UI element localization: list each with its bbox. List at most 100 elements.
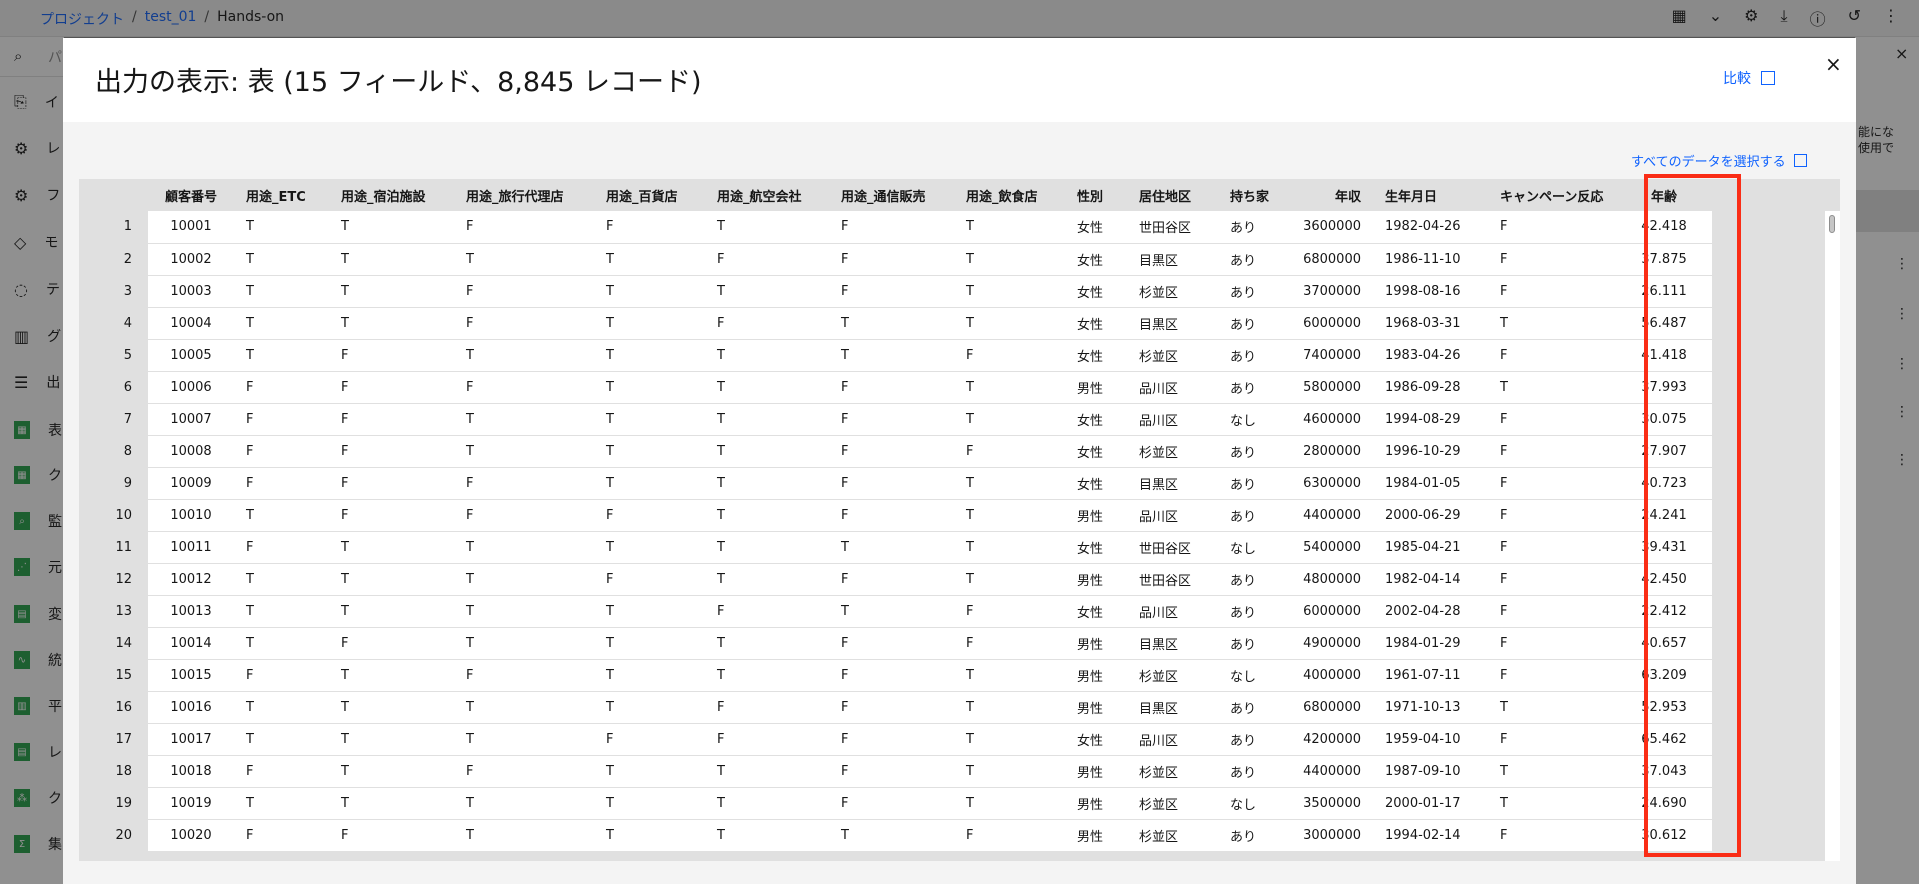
column-header[interactable]: 用途_百貨店 <box>594 179 705 211</box>
close-button[interactable]: × <box>1825 52 1842 76</box>
table-row[interactable]: 3 10003 T T F T T F T 女性 杉並区 あり 3700000 1998-08-16 F 26… <box>79 275 1712 308</box>
table-row[interactable]: 4 10004 T T F T F T T 女性 目黒区 あり 6000000 1968-03-31 T 56… <box>79 307 1712 340</box>
table-cell: T <box>234 723 329 756</box>
table-cell: 10006 <box>148 371 234 404</box>
column-header[interactable]: 持ち家 <box>1218 179 1292 211</box>
table-cell: T <box>594 819 705 852</box>
vertical-scrollbar[interactable] <box>1824 211 1840 861</box>
column-header[interactable]: 用途_飲食店 <box>954 179 1065 211</box>
table-cell: F <box>454 307 594 340</box>
select-all-data-link[interactable]: すべてのデータを選択する <box>1631 151 1807 170</box>
table-row[interactable]: 9 10009 F F F T T F T 女性 目黒区 あり 6300000 1984-01-05 F 40… <box>79 467 1712 500</box>
table-cell: T <box>594 691 705 724</box>
table-cell: あり <box>1218 275 1292 308</box>
table-cell: 男性 <box>1065 371 1127 404</box>
table-cell: 杉並区 <box>1127 755 1218 788</box>
table-row[interactable]: 17 10017 T T T F F F T 女性 品川区 あり 4200000 1959-04-10 F 6… <box>79 723 1712 756</box>
table-cell: T <box>705 371 829 404</box>
table-row[interactable]: 7 10007 F F T T T F T 女性 品川区 なし 4600000 1994-08-29 F 30… <box>79 403 1712 436</box>
table-cell: あり <box>1218 499 1292 532</box>
table-cell: F <box>329 499 454 532</box>
compare-button[interactable]: 比較 <box>1723 68 1775 88</box>
column-header[interactable]: 年収 <box>1292 179 1373 211</box>
table-cell: 10019 <box>148 787 234 820</box>
table-cell: 品川区 <box>1127 595 1218 628</box>
column-header[interactable]: 用途_航空会社 <box>705 179 829 211</box>
column-header-age[interactable]: 年齢 <box>1616 179 1712 211</box>
table-cell: なし <box>1218 787 1292 820</box>
table-cell: なし <box>1218 531 1292 564</box>
table-cell: 42.418 <box>1616 211 1712 244</box>
scrollbar-thumb[interactable] <box>1829 215 1835 233</box>
table-row[interactable]: 2 10002 T T T T F F T 女性 目黒区 あり 6800000 1986-11-10 F 37… <box>79 243 1712 276</box>
table-row[interactable]: 18 10018 F T F T T F T 男性 杉並区 あり 4400000 1987-09-10 T 3… <box>79 755 1712 788</box>
table-row[interactable]: 14 10014 T F T T T F F 男性 目黒区 あり 4900000 1984-01-29 F 4… <box>79 627 1712 660</box>
table-row[interactable]: 11 10011 F T T T T T T 女性 世田谷区 なし 5400000 1985-04-21 F… <box>79 531 1712 564</box>
table-cell: T <box>1488 787 1616 820</box>
table-cell: T <box>705 339 829 372</box>
table-header-row: 顧客番号 用途_ETC 用途_宿泊施設 用途_旅行代理店 用途_百貨店 用途_航… <box>79 179 1712 211</box>
column-header[interactable]: 用途_通信販売 <box>829 179 954 211</box>
table-cell: T <box>705 755 829 788</box>
table-cell: 女性 <box>1065 435 1127 468</box>
table-cell: F <box>829 659 954 692</box>
table-cell: F <box>329 339 454 372</box>
column-header[interactable]: 用途_宿泊施設 <box>329 179 454 211</box>
table-cell: T <box>705 211 829 244</box>
column-header[interactable]: キャンペーン反応 <box>1488 179 1616 211</box>
table-row[interactable]: 19 10019 T T T T T F T 男性 杉並区 なし 3500000 2000-01-17 T 2… <box>79 787 1712 820</box>
row-number: 20 <box>79 819 148 852</box>
column-header[interactable]: 用途_ETC <box>234 179 329 211</box>
column-header[interactable]: 性別 <box>1065 179 1127 211</box>
table-cell: F <box>1488 403 1616 436</box>
table-cell: T <box>454 563 594 596</box>
table-row[interactable]: 8 10008 F F T T T F F 女性 杉並区 あり 2800000 1996-10-29 F 27… <box>79 435 1712 468</box>
table-cell: F <box>234 659 329 692</box>
table-row[interactable]: 6 10006 F F F T T F T 男性 品川区 あり 5800000 1986-09-28 T 37… <box>79 371 1712 404</box>
table-cell: F <box>594 211 705 244</box>
table-row[interactable]: 1 10001 T T F F T F T 女性 世田谷区 あり 3600000 1982-04-26 F 4… <box>79 211 1712 244</box>
table-cell: あり <box>1218 819 1292 852</box>
table-cell: あり <box>1218 723 1292 756</box>
row-number: 7 <box>79 403 148 436</box>
table-cell: F <box>1488 275 1616 308</box>
table-row[interactable]: 10 10010 T F F F T F T 男性 品川区 あり 4400000 2000-06-29 F 2… <box>79 499 1712 532</box>
table-cell: 6800000 <box>1292 691 1373 724</box>
table-cell: T <box>954 659 1065 692</box>
table-row[interactable]: 16 10016 T T T T F F T 男性 目黒区 あり 6800000 1971-10-13 T 5… <box>79 691 1712 724</box>
table-row[interactable]: 20 10020 F F T T T T F 男性 杉並区 あり 3000000 1994-02-14 F 3… <box>79 819 1712 852</box>
table-cell: F <box>1488 563 1616 596</box>
table-cell: F <box>829 435 954 468</box>
table-cell: 世田谷区 <box>1127 563 1218 596</box>
table-cell: T <box>329 755 454 788</box>
table-cell: 6800000 <box>1292 243 1373 276</box>
table-cell: T <box>705 563 829 596</box>
table-row[interactable]: 15 10015 F T F T T F T 男性 杉並区 なし 4000000 1961-07-11 F 6… <box>79 659 1712 692</box>
output-modal: 出力の表示: 表 (15 フィールド、8,845 レコード) 比較 × すべての… <box>63 38 1856 884</box>
table-cell: 30.612 <box>1616 819 1712 852</box>
table-row[interactable]: 12 10012 T T T F T F T 男性 世田谷区 あり 4800000 1982-04-14 F… <box>79 563 1712 596</box>
table-cell: F <box>594 499 705 532</box>
column-header[interactable]: 用途_旅行代理店 <box>454 179 594 211</box>
table-cell: T <box>454 691 594 724</box>
column-header[interactable]: 居住地区 <box>1127 179 1218 211</box>
table-cell: F <box>234 371 329 404</box>
table-cell: 女性 <box>1065 723 1127 756</box>
table-cell: 1984-01-05 <box>1373 467 1488 500</box>
table-cell: F <box>234 435 329 468</box>
column-header[interactable]: 顧客番号 <box>148 179 234 211</box>
table-cell: 10008 <box>148 435 234 468</box>
table-cell: T <box>594 339 705 372</box>
table-cell: T <box>705 403 829 436</box>
table-cell: F <box>454 371 594 404</box>
table-cell: 品川区 <box>1127 499 1218 532</box>
row-number: 14 <box>79 627 148 660</box>
table-cell: 10005 <box>148 339 234 372</box>
table-body: 1 10001 T T F F T F T 女性 世田谷区 あり 3600000 1982-04-26 F 4… <box>79 211 1712 852</box>
table-cell: 40.723 <box>1616 467 1712 500</box>
table-cell: T <box>954 723 1065 756</box>
table-row[interactable]: 13 10013 T T T T F T F 女性 品川区 あり 6000000 2002-04-28 F 2… <box>79 595 1712 628</box>
table-row[interactable]: 5 10005 T F T T T T F 女性 杉並区 あり 7400000 1983-04-26 F 41… <box>79 339 1712 372</box>
table-cell: F <box>829 275 954 308</box>
column-header[interactable]: 生年月日 <box>1373 179 1488 211</box>
